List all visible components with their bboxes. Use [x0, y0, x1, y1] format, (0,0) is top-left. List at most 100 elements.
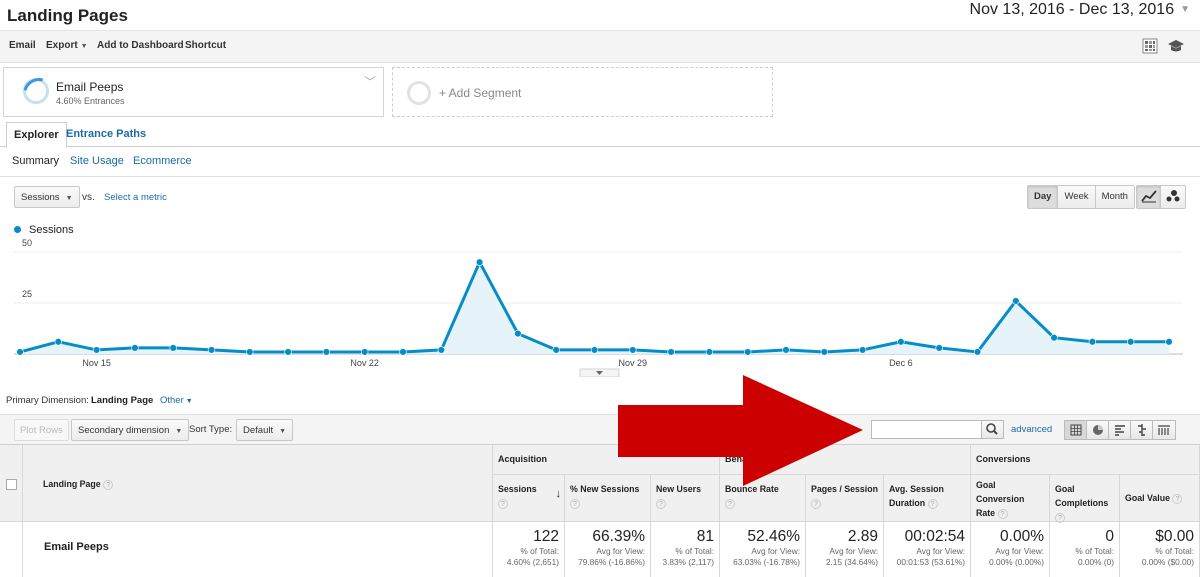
data-point[interactable]: [667, 348, 675, 356]
advanced-filter-link[interactable]: advanced: [1011, 424, 1052, 435]
motion-chart-button[interactable]: [1161, 186, 1185, 208]
bubble-chart-icon: [1166, 190, 1180, 202]
table-search-input[interactable]: [871, 420, 982, 439]
data-point[interactable]: [284, 348, 292, 356]
help-icon[interactable]: ?: [997, 508, 1008, 519]
help-icon[interactable]: ?: [1172, 493, 1183, 504]
data-point[interactable]: [897, 338, 905, 346]
tab-entrance-paths[interactable]: Entrance Paths: [59, 122, 153, 148]
total-caption: Avg for View:: [916, 546, 965, 556]
data-point[interactable]: [1165, 338, 1173, 346]
total-value: $0.00: [1155, 528, 1194, 545]
data-point[interactable]: [782, 346, 790, 354]
subtab-ecommerce[interactable]: Ecommerce: [133, 155, 192, 167]
page-title: Landing Pages: [7, 6, 128, 25]
help-icon[interactable]: ?: [725, 498, 735, 509]
data-point[interactable]: [475, 258, 484, 266]
table-view-button[interactable]: [1065, 421, 1087, 439]
column-header-goal-completions[interactable]: Goal Completions ?: [1050, 475, 1120, 523]
line-chart-button[interactable]: [1137, 186, 1161, 208]
column-header-landing-page[interactable]: Landing Page ?: [23, 445, 493, 522]
data-point[interactable]: [322, 348, 331, 356]
data-point[interactable]: [1126, 338, 1135, 346]
total-caption: % of Total:: [675, 546, 714, 556]
data-point[interactable]: [858, 346, 867, 354]
data-point[interactable]: [92, 346, 101, 354]
data-point[interactable]: [437, 346, 445, 354]
data-point[interactable]: [820, 348, 828, 356]
column-header-sessions[interactable]: Sessions ↓?: [493, 475, 565, 522]
chevron-down-icon[interactable]: ﹀: [364, 73, 376, 90]
period-week-button[interactable]: Week: [1058, 186, 1096, 208]
data-point[interactable]: [16, 348, 24, 356]
search-icon: [986, 423, 998, 435]
data-point[interactable]: [973, 348, 982, 356]
total-cell: $0.00% of Total: 0.00% ($0.00): [1120, 522, 1200, 577]
sort-type-label: Sort Type:: [189, 424, 233, 435]
data-point[interactable]: [629, 346, 637, 354]
grid-view-icon[interactable]: [1142, 38, 1158, 54]
data-point[interactable]: [705, 348, 714, 356]
data-point[interactable]: [131, 344, 139, 352]
data-point[interactable]: [361, 348, 369, 356]
dimension-landing-page[interactable]: Landing Page: [91, 395, 153, 406]
total-cell: 00:02:54 Avg for View: 00:01:53 (53.61%): [884, 522, 971, 577]
total-cell: 52.46% Avg for View: 63.03% (-16.78%): [720, 522, 806, 577]
shortcut-button[interactable]: Shortcut: [185, 40, 226, 51]
period-month-button[interactable]: Month: [1095, 186, 1134, 208]
column-header-avg-session-duration[interactable]: Avg. Session Duration ?: [884, 475, 971, 522]
subtab-summary[interactable]: Summary: [12, 155, 59, 167]
data-point[interactable]: [1012, 297, 1020, 305]
total-value: 0: [1105, 528, 1114, 545]
export-button[interactable]: Export ▼: [46, 40, 88, 51]
total-cell: 66.39% Avg for View: 79.86% (-16.86%): [565, 522, 651, 577]
comparison-view-button[interactable]: [1131, 421, 1153, 439]
pivot-view-button[interactable]: [1153, 421, 1175, 439]
select-all-checkbox[interactable]: [6, 479, 17, 490]
search-button[interactable]: [981, 420, 1004, 439]
line-chart-icon: [1141, 190, 1157, 203]
data-point[interactable]: [207, 346, 216, 354]
help-icon[interactable]: ?: [570, 498, 580, 509]
date-range-picker[interactable]: Nov 13, 2016 - Dec 13, 2016 ▼: [970, 1, 1190, 19]
add-to-dashboard-button[interactable]: Add to Dashboard: [97, 40, 184, 51]
tab-explorer[interactable]: Explorer: [6, 122, 67, 148]
plot-rows-button[interactable]: Plot Rows: [14, 419, 69, 441]
data-point[interactable]: [935, 344, 943, 352]
help-icon[interactable]: ?: [498, 498, 508, 509]
annotation-arrow-icon: [618, 375, 863, 486]
column-header-goal-value[interactable]: Goal Value ?: [1120, 475, 1200, 522]
segment-email-peeps[interactable]: Email Peeps 4.60% Entrances ﹀: [3, 67, 384, 117]
data-point[interactable]: [246, 348, 254, 356]
column-header-goal-conversion-rate[interactable]: Goal Conversion Rate ?: [971, 475, 1050, 522]
metric-selector[interactable]: Sessions ▼: [14, 186, 80, 208]
total-comparison: 4.60% (2,651): [506, 557, 559, 567]
data-point[interactable]: [743, 348, 752, 356]
select-metric-link[interactable]: Select a metric: [104, 192, 167, 203]
y-tick-label: 50: [22, 238, 32, 248]
add-segment-button[interactable]: + Add Segment: [392, 67, 773, 117]
help-icon[interactable]: ?: [656, 498, 666, 509]
help-icon[interactable]: ?: [811, 498, 821, 509]
help-icon[interactable]: ?: [927, 498, 938, 509]
data-point[interactable]: [54, 338, 62, 346]
help-icon[interactable]: ?: [103, 479, 114, 490]
pie-view-button[interactable]: [1087, 421, 1109, 439]
total-comparison: 63.03% (-16.78%): [733, 557, 800, 567]
dimension-other-dropdown[interactable]: Other ▼: [160, 395, 193, 406]
data-point[interactable]: [1088, 338, 1097, 346]
data-point[interactable]: [590, 346, 599, 354]
performance-view-button[interactable]: [1109, 421, 1131, 439]
data-point[interactable]: [514, 329, 522, 338]
sort-descending-icon: ↓: [555, 488, 562, 500]
period-day-button[interactable]: Day: [1028, 186, 1059, 208]
data-point[interactable]: [399, 348, 407, 356]
graduation-cap-icon[interactable]: [1167, 38, 1185, 54]
data-point[interactable]: [169, 344, 177, 352]
sort-type-dropdown[interactable]: Default ▼: [236, 419, 294, 441]
subtab-site-usage[interactable]: Site Usage: [70, 155, 124, 167]
data-point[interactable]: [1050, 333, 1058, 342]
email-button[interactable]: Email: [9, 40, 36, 51]
data-point[interactable]: [552, 346, 560, 354]
secondary-dimension-dropdown[interactable]: Secondary dimension ▼: [71, 419, 190, 441]
